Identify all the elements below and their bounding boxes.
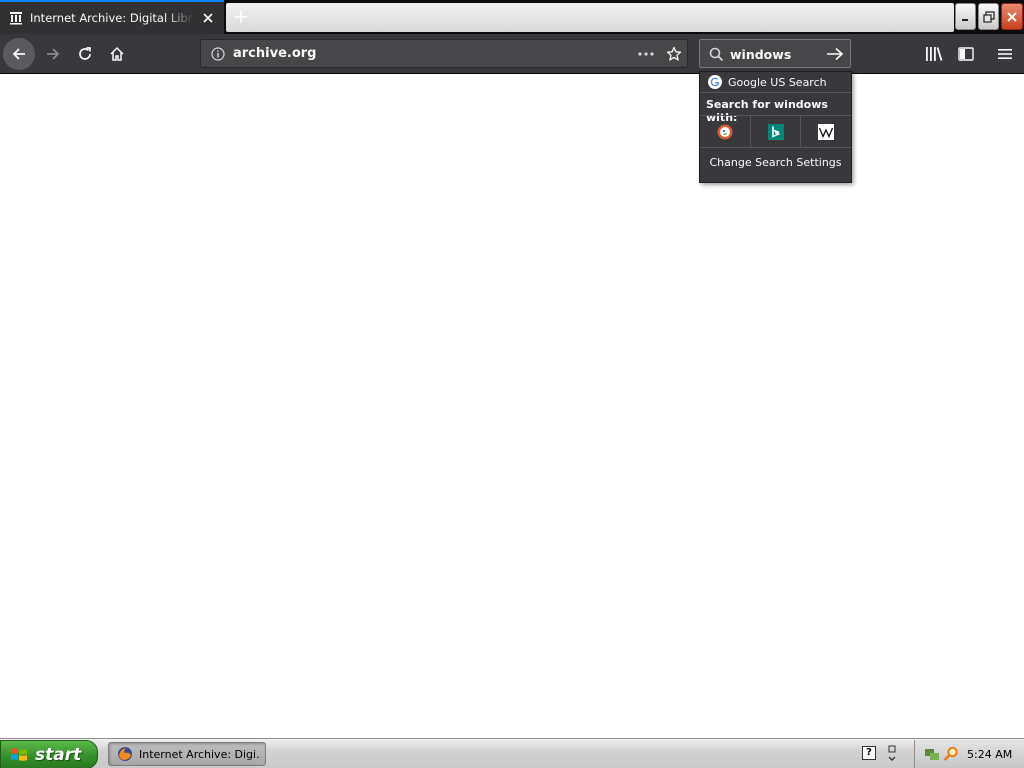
search-bar[interactable] <box>699 39 851 68</box>
search-tray-icon[interactable] <box>943 746 959 762</box>
start-label: start <box>35 744 82 765</box>
search-input[interactable] <box>730 44 818 64</box>
system-tray: 5:24 AM <box>914 740 1024 768</box>
default-engine-row[interactable]: Google US Search <box>700 72 851 93</box>
bing-icon <box>767 123 784 140</box>
bing-engine-button[interactable] <box>750 116 800 147</box>
reload-button[interactable] <box>69 38 101 70</box>
wikipedia-icon <box>817 123 834 140</box>
taskbar-item-label: Internet Archive: Digi... <box>139 747 261 761</box>
forward-button[interactable] <box>37 38 69 70</box>
forward-arrow-icon <box>47 48 60 60</box>
windows-flag-icon <box>9 745 29 765</box>
tab-internet-archive[interactable]: Internet Archive: Digital Library of <box>0 0 224 34</box>
titlebar-empty-area[interactable] <box>226 3 954 32</box>
back-button[interactable] <box>3 38 35 70</box>
network-tray-icon[interactable] <box>924 746 940 762</box>
tab-strip: Internet Archive: Digital Library of <box>0 0 1024 34</box>
minimize-button[interactable] <box>955 3 976 30</box>
home-icon <box>110 46 124 61</box>
navigation-toolbar: archive.org <box>0 34 1024 74</box>
hamburger-menu-button[interactable] <box>993 42 1017 66</box>
restore-button[interactable] <box>978 3 999 30</box>
sidebar-toggle-button[interactable] <box>954 42 978 66</box>
back-arrow-icon <box>12 48 25 60</box>
library-icon <box>926 47 943 61</box>
library-button[interactable] <box>922 42 946 66</box>
taskbar: start Internet Archive: Digi... ? 5:24 A… <box>0 738 1024 768</box>
change-search-settings-link[interactable]: Change Search Settings <box>700 156 851 169</box>
page-content[interactable] <box>0 74 1024 738</box>
search-suggestions-popup: Google US Search Search for windows with… <box>699 71 852 183</box>
archive-building-icon <box>8 10 24 26</box>
help-icon[interactable]: ? <box>862 746 876 760</box>
start-button[interactable]: start <box>0 740 98 768</box>
url-bar[interactable]: archive.org <box>200 39 688 68</box>
close-window-button[interactable] <box>1001 3 1023 30</box>
duckduckgo-engine-button[interactable] <box>700 116 750 147</box>
clock: 5:24 AM <box>967 748 1013 761</box>
search-icon <box>708 46 724 62</box>
duckduckgo-icon <box>717 124 733 139</box>
firefox-icon <box>117 746 133 762</box>
bookmark-star-icon[interactable] <box>665 45 683 63</box>
hamburger-menu-icon <box>998 49 1012 59</box>
screen: Internet Archive: Digital Library of <box>0 0 1024 768</box>
home-button[interactable] <box>101 38 133 70</box>
wikipedia-engine-button[interactable] <box>800 116 850 147</box>
reload-icon <box>79 47 91 60</box>
sidebar-icon <box>958 47 974 61</box>
page-actions-icon[interactable] <box>637 46 655 62</box>
new-tab-button[interactable] <box>228 4 254 30</box>
site-info-icon[interactable] <box>210 46 226 62</box>
one-off-engines-row <box>700 115 851 148</box>
close-tab-icon[interactable] <box>200 10 216 26</box>
taskbar-item-firefox[interactable]: Internet Archive: Digi... <box>108 742 266 766</box>
google-icon <box>707 75 722 90</box>
search-go-arrow-icon[interactable] <box>826 46 844 62</box>
tab-title: Internet Archive: Digital Library of <box>30 11 194 25</box>
default-engine-label: Google US Search <box>728 75 827 89</box>
url-text[interactable]: archive.org <box>233 46 316 61</box>
taskbar-scroll-arrows-icon[interactable] <box>885 743 899 765</box>
